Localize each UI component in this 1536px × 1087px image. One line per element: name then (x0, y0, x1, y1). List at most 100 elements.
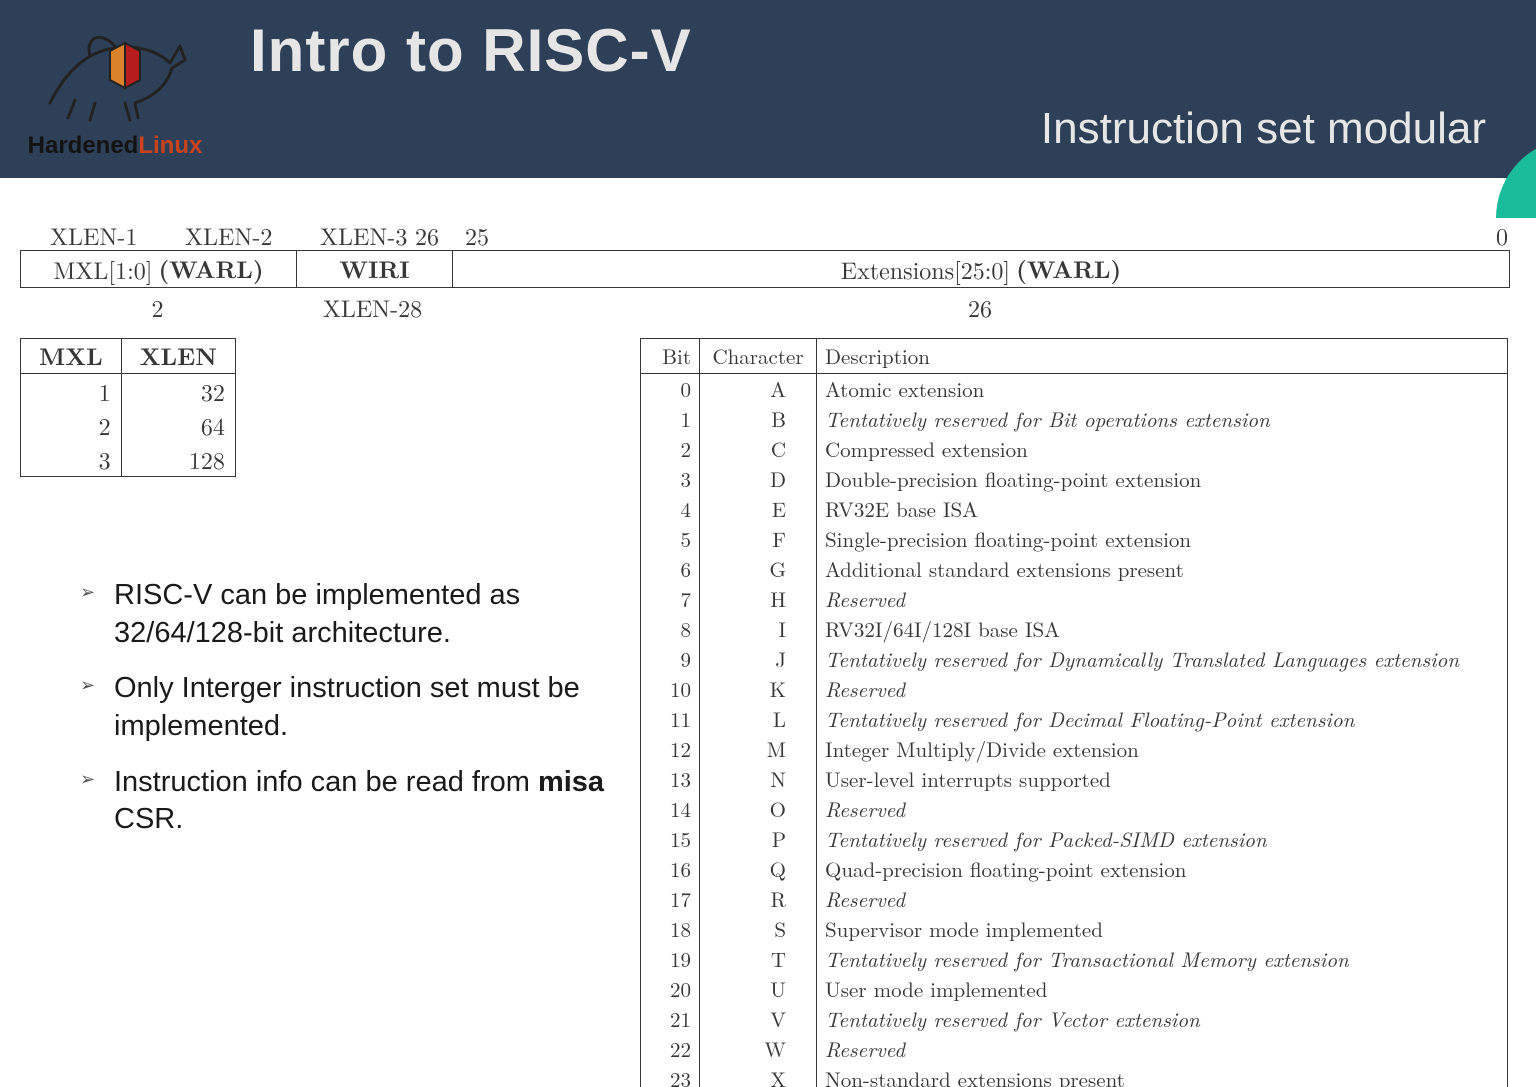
ext-char-cell: B (700, 404, 817, 434)
ext-char-cell: H (700, 584, 817, 614)
table-row: 21VTentatively reserved for Vector exten… (641, 1004, 1508, 1034)
table-row: 3128 (21, 442, 236, 477)
ext-bit-cell: 8 (641, 614, 700, 644)
table-row: 264 (21, 408, 236, 442)
ext-bit-cell: 1 (641, 404, 700, 434)
ext-desc-cell: Reserved (817, 884, 1508, 914)
table-row: 11LTentatively reserved for Decimal Floa… (641, 704, 1508, 734)
table-row: 6GAdditional standard extensions present (641, 554, 1508, 584)
ext-char-cell: U (700, 974, 817, 1004)
ext-bit-cell: 13 (641, 764, 700, 794)
ext-header-bit: Bit (641, 339, 700, 374)
ext-bit-cell: 9 (641, 644, 700, 674)
hardenedlinux-logo-icon (30, 8, 200, 128)
table-row: 23XNon-standard extensions present (641, 1064, 1508, 1087)
ext-char-cell: V (700, 1004, 817, 1034)
ext-header-desc: Description (817, 339, 1508, 374)
ext-char-cell: G (700, 554, 817, 584)
ext-desc-cell: User-level interrupts supported (817, 764, 1508, 794)
table-row: 17RReserved (641, 884, 1508, 914)
ext-bit-cell: 16 (641, 854, 700, 884)
ext-bit-cell: 21 (641, 1004, 700, 1034)
table-row: 8IRV32I/64I/128I base ISA (641, 614, 1508, 644)
bit-label: 26 (415, 218, 439, 252)
ext-bit-cell: 19 (641, 944, 700, 974)
logo-text-linux: Linux (138, 132, 202, 159)
ext-bit-cell: 18 (641, 914, 700, 944)
table-row: 13NUser-level interrupts supported (641, 764, 1508, 794)
misa-register-figure: XLEN-1 XLEN-2 XLEN-3 26 25 0 MXL[1:0] (W… (20, 218, 1510, 320)
mxl-header-mxl: MXL (21, 339, 122, 374)
ext-char-cell: Q (700, 854, 817, 884)
bullet-list: RISC-V can be implemented as 32/64/128-b… (40, 577, 640, 857)
table-cell: 128 (121, 442, 235, 477)
ext-bit-cell: 5 (641, 524, 700, 554)
ext-char-cell: J (700, 644, 817, 674)
ext-bit-cell: 20 (641, 974, 700, 1004)
ext-bit-cell: 23 (641, 1064, 700, 1087)
ext-char-cell: E (700, 494, 817, 524)
ext-desc-cell: Reserved (817, 674, 1508, 704)
table-cell: 1 (21, 374, 122, 409)
table-row: 3DDouble-precision floating-point extens… (641, 464, 1508, 494)
ext-desc-cell: Reserved (817, 1034, 1508, 1064)
ext-desc-cell: Compressed extension (817, 434, 1508, 464)
table-row: 0AAtomic extension (641, 374, 1508, 405)
bullet-item: RISC-V can be implemented as 32/64/128-b… (80, 577, 640, 652)
field-width: 26 (450, 290, 1510, 324)
table-row: 1BTentatively reserved for Bit operation… (641, 404, 1508, 434)
ext-desc-cell: Additional standard extensions present (817, 554, 1508, 584)
ext-desc-cell: Tentatively reserved for Packed-SIMD ext… (817, 824, 1508, 854)
ext-bit-cell: 12 (641, 734, 700, 764)
ext-desc-cell: User mode implemented (817, 974, 1508, 1004)
ext-bit-cell: 2 (641, 434, 700, 464)
table-row: 4ERV32E base ISA (641, 494, 1508, 524)
field-width: XLEN-28 (295, 290, 450, 324)
ext-bit-cell: 4 (641, 494, 700, 524)
ext-desc-cell: Non-standard extensions present (817, 1064, 1508, 1087)
ext-desc-cell: Integer Multiply/Divide extension (817, 734, 1508, 764)
table-row: 132 (21, 374, 236, 409)
ext-desc-cell: RV32I/64I/128I base ISA (817, 614, 1508, 644)
slide-title: Intro to RISC-V (250, 16, 692, 85)
extensions-table: Bit Character Description 0AAtomic exten… (640, 338, 1508, 1087)
ext-char-cell: T (700, 944, 817, 974)
ext-desc-cell: Tentatively reserved for Decimal Floatin… (817, 704, 1508, 734)
bullet-text: CSR. (114, 803, 183, 835)
table-row: 10KReserved (641, 674, 1508, 704)
mxl-xlen-table: MXL XLEN 1322643128 (20, 338, 236, 477)
field-width: 2 (20, 290, 295, 324)
ext-desc-cell: Reserved (817, 794, 1508, 824)
bullet-item: Instruction info can be read from misa C… (80, 764, 640, 839)
ext-desc-cell: Atomic extension (817, 374, 1508, 405)
ext-header-char: Character (700, 339, 817, 374)
bit-label: 0 (1496, 218, 1508, 252)
ext-char-cell: C (700, 434, 817, 464)
bullet-text: Only Interger instruction set must be im… (114, 672, 580, 742)
ext-char-cell: A (700, 374, 817, 405)
logo: HardenedLinux (0, 0, 230, 160)
bit-label: XLEN-2 (185, 218, 272, 252)
table-cell: 3 (21, 442, 122, 477)
bit-label: 25 (465, 218, 489, 252)
table-cell: 32 (121, 374, 235, 409)
slide-header: HardenedLinux Intro to RISC-V Instructio… (0, 0, 1536, 178)
register-field-mxl: MXL[1:0] (WARL) (21, 251, 297, 287)
ext-char-cell: D (700, 464, 817, 494)
bullet-text: RISC-V can be implemented as 32/64/128-b… (114, 579, 520, 649)
ext-bit-cell: 14 (641, 794, 700, 824)
ext-bit-cell: 17 (641, 884, 700, 914)
ext-char-cell: I (700, 614, 817, 644)
table-row: 14OReserved (641, 794, 1508, 824)
table-row: 15PTentatively reserved for Packed-SIMD … (641, 824, 1508, 854)
ext-bit-cell: 3 (641, 464, 700, 494)
table-row: 18SSupervisor mode implemented (641, 914, 1508, 944)
table-row: 20UUser mode implemented (641, 974, 1508, 1004)
ext-desc-cell: Quad-precision floating-point extension (817, 854, 1508, 884)
ext-char-cell: W (700, 1034, 817, 1064)
table-cell: 2 (21, 408, 122, 442)
ext-desc-cell: Single-precision floating-point extensio… (817, 524, 1508, 554)
table-row: 9JTentatively reserved for Dynamically T… (641, 644, 1508, 674)
ext-char-cell: X (700, 1064, 817, 1087)
ext-bit-cell: 7 (641, 584, 700, 614)
